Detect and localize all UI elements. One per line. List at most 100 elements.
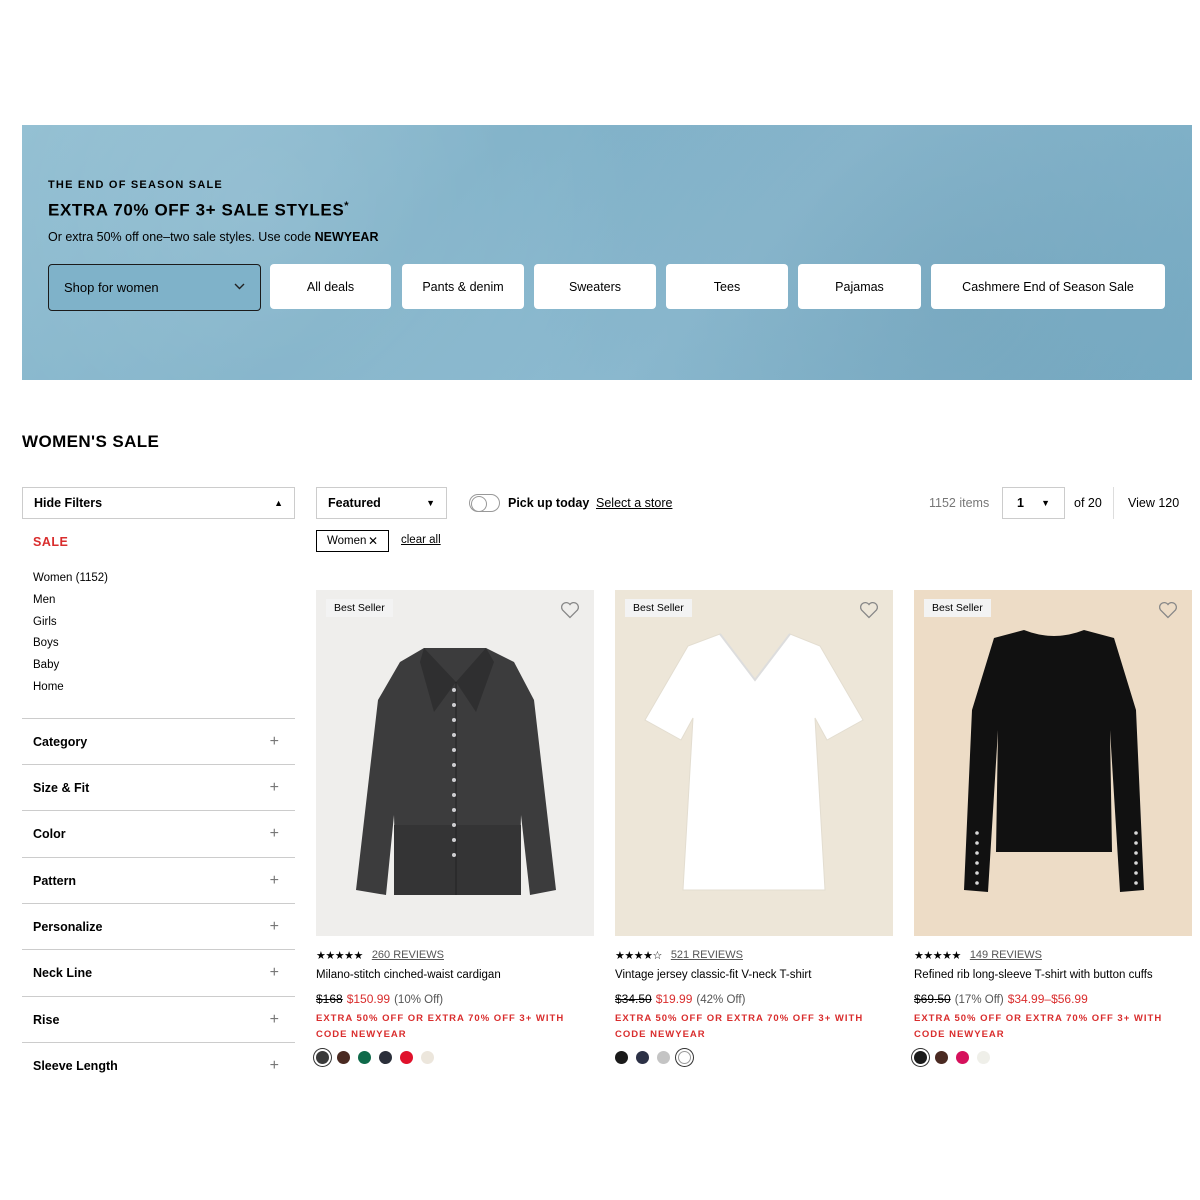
color-swatch[interactable] (400, 1051, 413, 1064)
reviews-link[interactable]: 149 REVIEWS (970, 949, 1042, 961)
plus-icon: + (269, 824, 279, 842)
page-select[interactable]: 1 ▼ (1002, 487, 1065, 519)
discount-percent: (17% Off) (954, 994, 1004, 1006)
heart-icon[interactable] (859, 601, 879, 619)
color-swatch[interactable] (379, 1051, 392, 1064)
original-price: $69.50 (914, 992, 951, 1006)
original-price: $168 (316, 992, 343, 1006)
color-swatch[interactable] (636, 1051, 649, 1064)
plus-icon: + (269, 871, 279, 889)
discount-percent: (42% Off) (696, 994, 746, 1006)
filter-pattern[interactable]: Pattern + (22, 857, 295, 903)
product-image[interactable]: Best Seller (914, 590, 1192, 936)
color-swatch[interactable] (615, 1051, 628, 1064)
color-swatch[interactable] (358, 1051, 371, 1064)
reviews-link[interactable]: 260 REVIEWS (372, 949, 444, 961)
hide-filters-button[interactable]: Hide Filters ▲ (22, 487, 295, 519)
dept-baby[interactable]: Baby (33, 656, 108, 678)
page-value: 1 (1017, 496, 1024, 510)
view-all-link[interactable]: View 120 (1128, 496, 1179, 510)
color-swatch[interactable] (421, 1051, 434, 1064)
product-card: Best Seller ★★★★☆ 521 REVIEWS Vintage je… (615, 590, 893, 1064)
pill-sweaters[interactable]: Sweaters (534, 264, 656, 309)
pill-cashmere-sale[interactable]: Cashmere End of Season Sale (931, 264, 1165, 309)
color-swatches (914, 1051, 1192, 1064)
color-swatch[interactable] (316, 1051, 329, 1064)
color-swatches (615, 1051, 893, 1064)
dept-girls[interactable]: Girls (33, 613, 108, 635)
pickup-toggle[interactable] (469, 494, 500, 512)
sort-select[interactable]: Featured ▼ (316, 487, 447, 519)
filter-neck-line[interactable]: Neck Line + (22, 949, 295, 995)
filter-category[interactable]: Category + (22, 718, 295, 764)
dept-men[interactable]: Men (33, 591, 108, 613)
product-name[interactable]: Refined rib long-sleeve T-shirt with but… (914, 969, 1192, 985)
product-name[interactable]: Vintage jersey classic-fit V-neck T-shir… (615, 969, 893, 985)
pill-pajamas[interactable]: Pajamas (798, 264, 921, 309)
hide-filters-label: Hide Filters (34, 496, 103, 510)
page-total: of 20 (1074, 496, 1102, 510)
promo-text: EXTRA 50% OFF OR EXTRA 70% OFF 3+ WITH C… (615, 1013, 864, 1040)
filter-label: Personalize (33, 919, 103, 934)
pill-tees[interactable]: Tees (666, 264, 788, 309)
filter-rise[interactable]: Rise + (22, 996, 295, 1042)
pill-all-deals[interactable]: All deals (270, 264, 391, 309)
dept-women[interactable]: Women (1152) (33, 569, 108, 591)
best-seller-badge: Best Seller (924, 599, 991, 617)
filter-sleeve-length[interactable]: Sleeve Length + (22, 1042, 295, 1088)
reviews-link[interactable]: 521 REVIEWS (671, 949, 743, 961)
discount-percent: (10% Off) (394, 994, 444, 1006)
star-rating: ★★★★★ (914, 949, 961, 962)
color-swatch[interactable] (914, 1051, 927, 1064)
shop-select-label: Shop for women (64, 280, 159, 295)
chevron-down-icon (234, 282, 245, 293)
filter-size-fit[interactable]: Size & Fit + (22, 764, 295, 810)
promo-text: EXTRA 50% OFF OR EXTRA 70% OFF 3+ WITH C… (914, 1013, 1163, 1040)
filter-label: Size & Fit (33, 780, 90, 795)
filter-personalize[interactable]: Personalize + (22, 903, 295, 949)
sale-price: $150.99 (346, 992, 391, 1006)
plus-icon: + (269, 917, 279, 935)
banner-headline: EXTRA 70% OFF 3+ SALE STYLES* (48, 200, 350, 220)
sale-price: $34.99–$56.99 (1007, 992, 1088, 1006)
product-image[interactable]: Best Seller (316, 590, 594, 936)
plus-icon: + (269, 963, 279, 981)
cardigan-image (356, 648, 556, 895)
star-rating: ★★★★☆ (615, 949, 662, 962)
chip-label: Women (327, 535, 367, 547)
dept-home[interactable]: Home (33, 678, 108, 700)
select-store-link[interactable]: Select a store (596, 496, 672, 510)
original-price: $34.50 (615, 992, 652, 1006)
dept-boys[interactable]: Boys (33, 634, 108, 656)
clear-all-link[interactable]: clear all (401, 534, 441, 546)
filter-label: Sleeve Length (33, 1058, 118, 1073)
items-count: 1152 items (929, 496, 990, 510)
filter-label: Pattern (33, 873, 77, 888)
product-rating: ★★★★★ 260 REVIEWS (316, 948, 594, 962)
plus-icon: + (269, 1056, 279, 1074)
filter-label: Category (33, 734, 88, 749)
product-image[interactable]: Best Seller (615, 590, 893, 936)
heart-icon[interactable] (1158, 601, 1178, 619)
triangle-down-icon: ▼ (1041, 498, 1050, 508)
color-swatch[interactable] (657, 1051, 670, 1064)
heart-icon[interactable] (560, 601, 580, 619)
banner-subline: Or extra 50% off one–two sale styles. Us… (48, 230, 379, 244)
shop-for-select[interactable]: Shop for women (48, 264, 261, 311)
filter-color[interactable]: Color + (22, 810, 295, 856)
color-swatch[interactable] (956, 1051, 969, 1064)
pill-pants-denim[interactable]: Pants & denim (402, 264, 524, 309)
best-seller-badge: Best Seller (326, 599, 393, 617)
close-icon[interactable]: ✕ (368, 534, 378, 548)
star-rating: ★★★★★ (316, 949, 363, 962)
active-filter-chip[interactable]: Women ✕ (316, 530, 389, 552)
color-swatch[interactable] (935, 1051, 948, 1064)
color-swatch[interactable] (678, 1051, 691, 1064)
vneck-tee-image (644, 633, 864, 891)
triangle-up-icon: ▲ (274, 498, 283, 508)
color-swatch[interactable] (337, 1051, 350, 1064)
page-title: WOMEN'S SALE (22, 432, 160, 451)
product-name[interactable]: Milano-stitch cinched-waist cardigan (316, 969, 594, 985)
sale-price: $19.99 (655, 992, 693, 1006)
color-swatch[interactable] (977, 1051, 990, 1064)
